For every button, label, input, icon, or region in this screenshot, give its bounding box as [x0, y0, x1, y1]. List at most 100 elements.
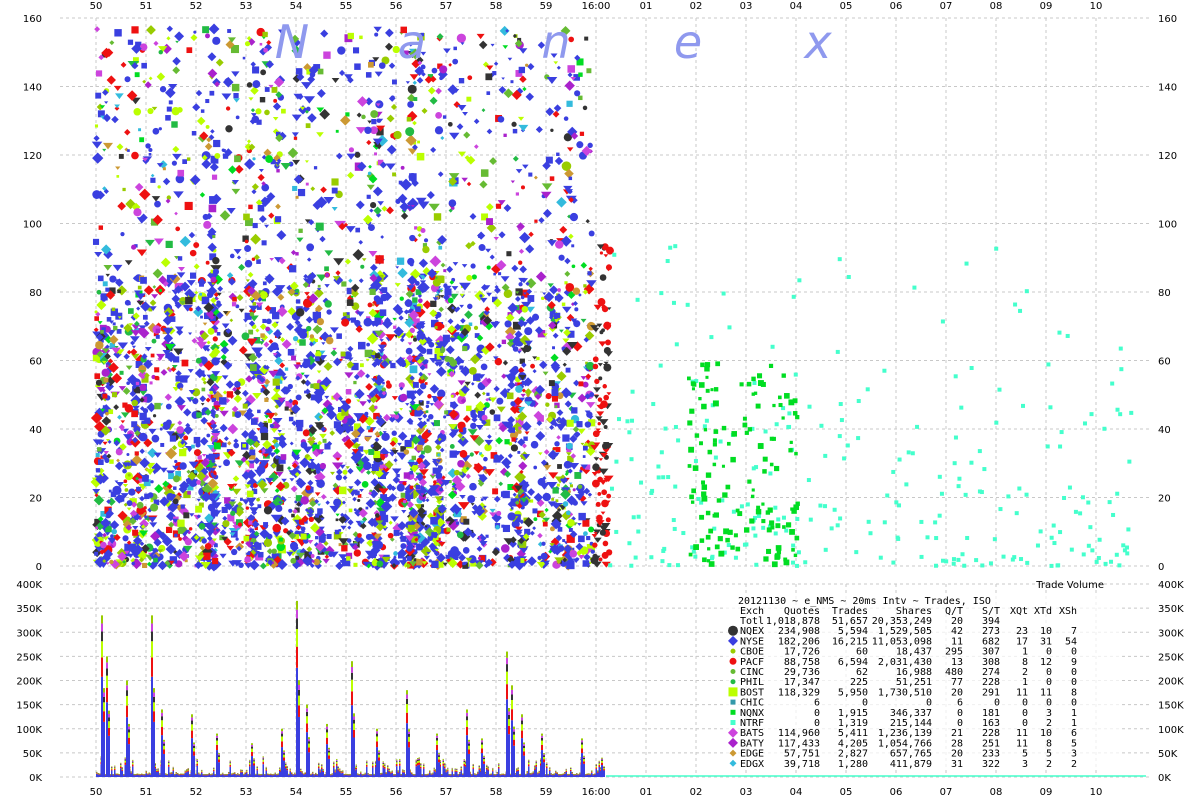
trade-marker: [661, 548, 666, 553]
trade-marker: [127, 39, 134, 45]
x-tick-label-top: 56: [390, 1, 403, 12]
trade-marker: [582, 519, 590, 527]
trade-marker: [462, 547, 470, 554]
trade-marker: [673, 424, 678, 429]
trade-marker: [576, 421, 583, 428]
trade-marker: [271, 86, 278, 93]
trade-marker: [342, 312, 347, 317]
trade-marker: [1049, 535, 1054, 540]
trade-marker: [791, 294, 796, 299]
trade-marker: [458, 471, 463, 476]
trade-marker: [233, 92, 239, 99]
trade-marker: [243, 535, 250, 542]
trade-marker: [100, 293, 106, 299]
trade-marker: [1059, 430, 1064, 435]
trade-marker: [1102, 426, 1107, 431]
trade-marker: [449, 450, 457, 458]
trade-marker: [854, 550, 859, 555]
trade-marker: [599, 529, 606, 536]
trade-marker: [249, 311, 255, 317]
trade-marker: [94, 373, 101, 379]
trade-marker: [173, 486, 177, 490]
trade-marker: [185, 296, 193, 305]
trade-marker: [1088, 525, 1093, 530]
trade-marker: [507, 512, 516, 521]
trade-marker: [690, 500, 695, 504]
volume-bar-segment: [121, 767, 123, 768]
volume-bar-segment: [120, 764, 122, 766]
trade-marker: [702, 557, 707, 563]
trade-marker: [148, 147, 153, 153]
trade-marker: [205, 33, 210, 39]
trade-marker: [527, 295, 535, 302]
trade-marker: [138, 128, 142, 132]
trade-marker: [593, 556, 599, 562]
trade-marker: [238, 562, 244, 568]
trade-marker: [409, 365, 418, 374]
trade-marker: [1089, 412, 1094, 417]
trade-marker: [265, 326, 271, 332]
trade-marker: [751, 466, 756, 471]
trade-marker: [656, 464, 661, 469]
volume-bar-segment: [96, 771, 98, 773]
trade-marker: [537, 478, 546, 486]
trade-marker: [325, 336, 334, 345]
trade-marker: [466, 96, 472, 102]
trade-marker: [113, 325, 118, 331]
trade-marker: [1069, 547, 1074, 552]
trade-marker: [885, 493, 890, 498]
trade-marker: [404, 439, 412, 447]
trade-marker: [375, 255, 384, 264]
trade-marker: [261, 183, 270, 192]
trade-marker: [1083, 421, 1088, 426]
trade-marker: [518, 282, 523, 287]
trade-marker: [366, 342, 370, 347]
trade-marker: [407, 257, 415, 266]
trade-marker: [112, 322, 116, 326]
trade-marker: [233, 442, 240, 449]
trade-marker: [371, 119, 377, 125]
trade-marker: [1046, 362, 1051, 367]
trade-marker: [661, 475, 666, 480]
trade-marker: [316, 394, 323, 400]
trade-marker: [443, 283, 448, 288]
trade-marker: [776, 517, 781, 522]
trade-marker: [221, 148, 225, 152]
trade-marker: [102, 393, 108, 399]
trade-marker: [962, 563, 967, 568]
trade-marker: [162, 167, 166, 171]
trade-marker: [202, 213, 209, 221]
trade-marker: [111, 392, 118, 398]
trade-marker: [469, 452, 474, 457]
trade-marker: [398, 553, 403, 559]
trade-marker: [726, 441, 731, 446]
x-tick-label-top: 59: [540, 1, 553, 12]
trade-marker: [837, 257, 842, 262]
trade-marker: [505, 421, 514, 429]
trade-marker: [288, 416, 294, 422]
trade-marker: [324, 266, 329, 272]
trade-marker: [551, 501, 556, 505]
trade-marker: [179, 387, 183, 391]
trade-marker: [97, 447, 102, 452]
trade-marker: [297, 329, 305, 337]
trade-marker: [807, 404, 812, 409]
y-tick-label-right: 60: [1158, 357, 1171, 368]
trade-marker: [691, 387, 695, 391]
trade-marker: [933, 563, 938, 568]
trade-marker: [94, 316, 100, 321]
trade-marker: [587, 142, 593, 149]
trade-marker: [480, 498, 484, 502]
watermark-letter: x: [802, 15, 832, 69]
trade-marker: [713, 455, 718, 460]
trade-marker: [791, 543, 796, 548]
trade-marker: [774, 422, 779, 427]
trade-marker: [788, 448, 793, 453]
trade-marker: [937, 513, 942, 518]
trade-marker: [231, 302, 237, 307]
trade-marker: [244, 41, 251, 47]
trade-marker: [245, 506, 250, 510]
trade-marker: [158, 289, 162, 292]
trade-marker: [400, 543, 407, 549]
trade-marker: [952, 461, 957, 466]
